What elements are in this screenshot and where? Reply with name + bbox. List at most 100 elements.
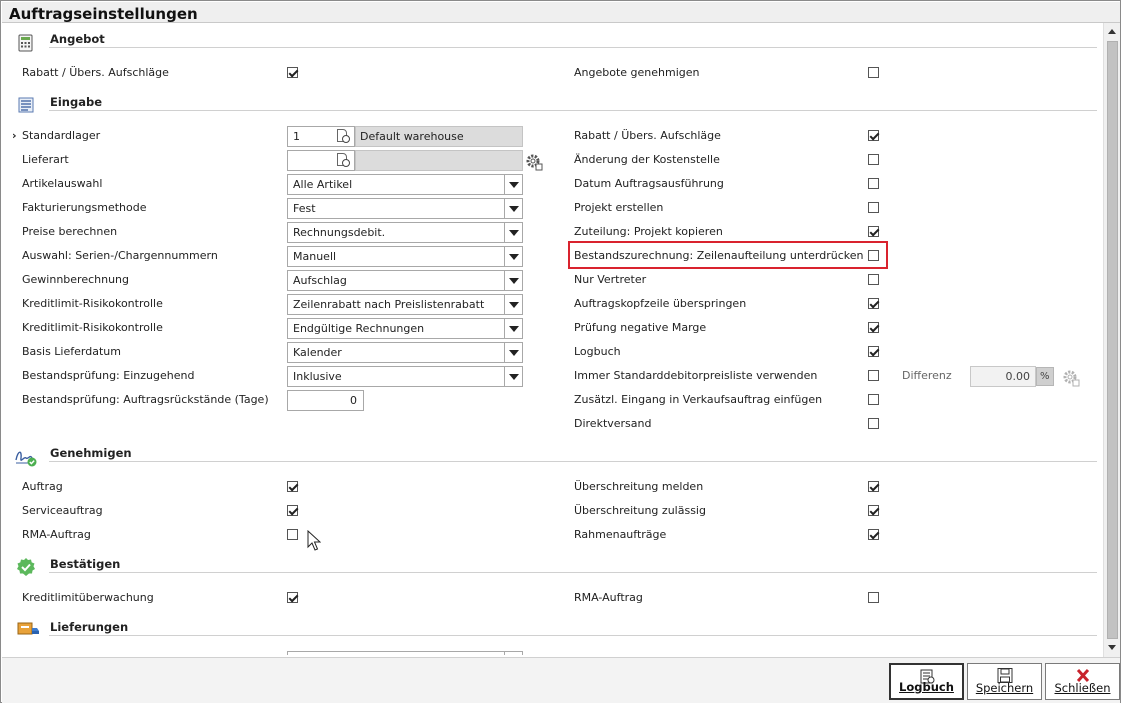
label-angebot-rabatt: Rabatt / Übers. Aufschläge [22,66,169,79]
checkbox-kreditlimitueberwachung[interactable] [287,592,298,603]
label-auftrag: Auftrag [22,480,63,493]
kreditlimit-2-select[interactable]: Endgültige Rechnungen [287,318,523,339]
checkbox-direktversand[interactable] [868,418,879,429]
dropdown-arrow-icon[interactable] [504,652,522,655]
checkbox-datum-auftragsausfuehrung[interactable] [868,178,879,189]
bestandspruefung-einzugehend-value: Inklusive [293,370,342,383]
logbuch-button-label: Logbuch [899,680,954,694]
lookup-button[interactable] [334,127,354,146]
basis-lieferdatum-select[interactable]: Kalender [287,342,523,363]
dropdown-arrow-icon[interactable] [504,199,522,218]
section-title-eingabe: Eingabe [50,95,103,109]
lieferart-input[interactable] [287,150,355,171]
lieferungen-partial-select[interactable] [287,651,523,655]
fakturierungsmethode-select[interactable]: Fest [287,198,523,219]
gewinnberechnung-select[interactable]: Aufschlag [287,270,523,291]
dropdown-arrow-icon[interactable] [504,343,522,362]
standardlager-description-text: Default warehouse [360,130,464,143]
section-divider [49,635,1097,636]
label-differenz: Differenz [902,369,952,382]
auftragsrueckstaende-value: 0 [350,394,357,407]
seriennummern-select[interactable]: Manuell [287,246,523,267]
kreditlimit-2-value: Endgültige Rechnungen [293,322,425,335]
artikelauswahl-value: Alle Artikel [293,178,353,191]
dropdown-arrow-icon[interactable] [504,367,522,386]
checkbox-kostenstelle[interactable] [868,154,879,165]
dropdown-arrow-icon[interactable] [504,223,522,242]
schliessen-button-label: Schließen [1054,681,1111,695]
section-divider [49,110,1097,111]
preise-berechnen-select[interactable]: Rechnungsdebit. [287,222,523,243]
label-projekt-kopieren: Zuteilung: Projekt kopieren [574,225,723,238]
checkbox-zeilenaufteilung[interactable] [868,250,879,261]
label-gewinnberechnung: Gewinnberechnung [22,273,130,286]
checkbox-bestaetigen-rma-auftrag[interactable] [868,592,879,603]
standardlager-input[interactable]: 1 [287,126,355,147]
standardlager-description: Default warehouse [355,126,523,147]
gear-settings-icon[interactable] [1062,369,1080,387]
logbuch-button[interactable]: Logbuch [889,663,964,700]
label-rabatt-aufschlaege: Rabatt / Übers. Aufschläge [574,129,721,142]
label-standardlager: Standardlager [22,129,101,142]
label-angebote-genehmigen: Angebote genehmigen [574,66,700,79]
label-rahmenauftraege: Rahmenaufträge [574,528,667,541]
title-bar: Auftragseinstellungen [2,2,1120,23]
bestandspruefung-einzugehend-select[interactable]: Inklusive [287,366,523,387]
checkbox-logbuch[interactable] [868,346,879,357]
auftragsrueckstaende-input[interactable]: 0 [287,390,364,411]
scroll-down-icon[interactable] [1104,639,1121,656]
dropdown-arrow-icon[interactable] [504,319,522,338]
label-projekt-erstellen: Projekt erstellen [574,201,664,214]
checkbox-rma-auftrag[interactable] [287,529,298,540]
kreditlimit-1-value: Zeilenrabatt nach Preislistenrabatt [293,298,485,311]
checkbox-ueberschreitung-zulaessig[interactable] [868,505,879,516]
label-fakturierungsmethode: Fakturierungsmethode [22,201,147,214]
checkbox-zusaetzl-eingang[interactable] [868,394,879,405]
section-divider [49,572,1097,573]
checkbox-auftrag[interactable] [287,481,298,492]
label-logbuch: Logbuch [574,345,621,358]
dropdown-arrow-icon[interactable] [504,247,522,266]
checkbox-angebote-genehmigen[interactable] [868,67,879,78]
dropdown-arrow-icon[interactable] [504,271,522,290]
lookup-icon [337,153,350,167]
calculator-icon [18,34,33,52]
speichern-button-label: Speichern [975,681,1034,695]
checkbox-rahmenauftraege[interactable] [868,529,879,540]
gear-settings-icon[interactable] [525,153,543,171]
vertical-scrollbar[interactable] [1103,23,1120,657]
label-standarddebitorpreisliste: Immer Standarddebitorpreisliste verwende… [574,369,818,382]
label-zusaetzl-eingang: Zusätzl. Eingang in Verkaufsauftrag einf… [574,393,823,406]
label-ueberschreitung-zulaessig: Überschreitung zulässig [574,504,706,517]
checkbox-ueberschreitung-melden[interactable] [868,481,879,492]
delivery-truck-icon [17,622,39,635]
label-nur-vertreter: Nur Vertreter [574,273,647,286]
checkbox-projekt-kopieren[interactable] [868,226,879,237]
signature-approve-icon [15,451,37,467]
scroll-up-icon[interactable] [1104,23,1121,40]
schliessen-button[interactable]: Schließen [1045,663,1120,700]
checkbox-nur-vertreter[interactable] [868,274,879,285]
checkbox-angebot-rabatt[interactable] [287,67,298,78]
checkbox-kopfzeile-ueberspringen[interactable] [868,298,879,309]
differenz-input[interactable]: 0.00 [970,366,1036,387]
lieferart-description [355,150,523,171]
label-negative-marge: Prüfung negative Marge [574,321,707,334]
label-direktversand: Direktversand [574,417,652,430]
checkbox-projekt-erstellen[interactable] [868,202,879,213]
dropdown-arrow-icon[interactable] [504,175,522,194]
checkbox-serviceauftrag[interactable] [287,505,298,516]
settings-window: Auftragseinstellungen Angebot Rabatt / Ü… [0,0,1121,703]
artikelauswahl-select[interactable]: Alle Artikel [287,174,523,195]
percent-unit: % [1036,367,1054,386]
checkbox-negative-marge[interactable] [868,322,879,333]
speichern-button[interactable]: Speichern [967,663,1042,700]
dropdown-arrow-icon[interactable] [504,295,522,314]
scroll-thumb[interactable] [1107,41,1118,639]
checkbox-standarddebitorpreisliste[interactable] [868,370,879,381]
lookup-button[interactable] [334,151,354,170]
checkbox-rabatt-aufschlaege[interactable] [868,130,879,141]
kreditlimit-1-select[interactable]: Zeilenrabatt nach Preislistenrabatt [287,294,523,315]
label-kopfzeile-ueberspringen: Auftragskopfzeile überspringen [574,297,747,310]
label-rma-auftrag: RMA-Auftrag [22,528,91,541]
